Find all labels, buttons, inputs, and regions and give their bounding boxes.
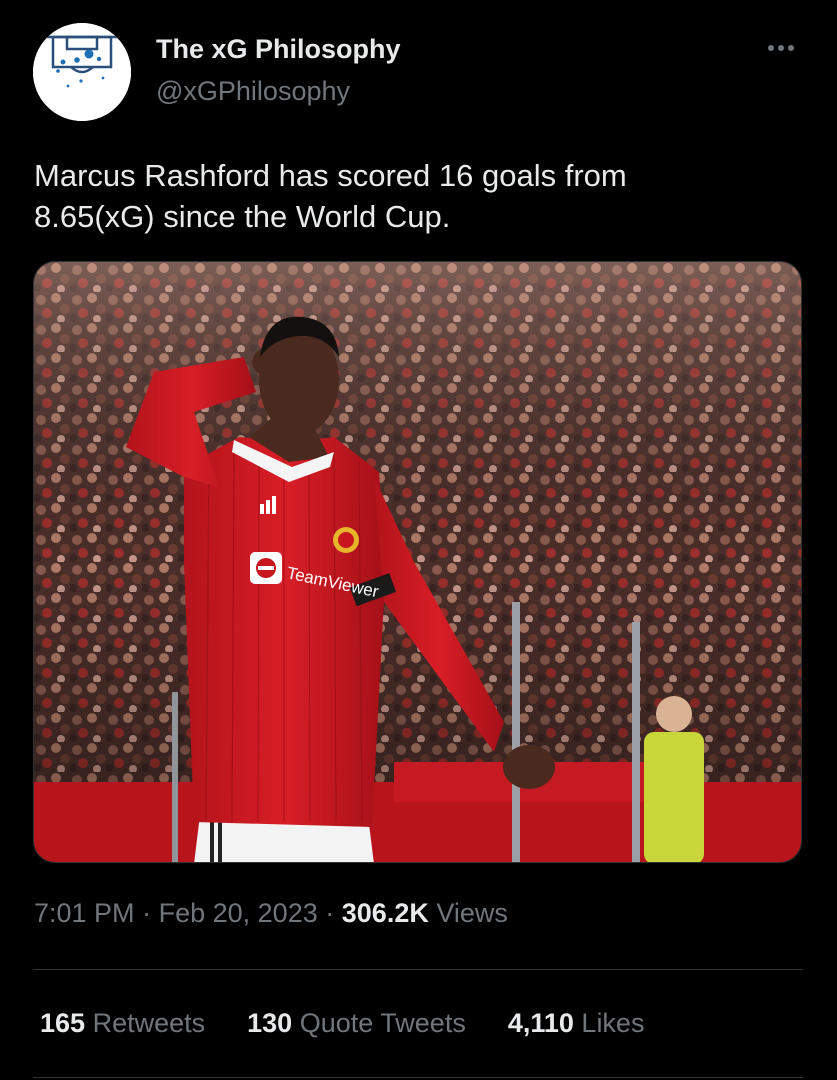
quote-tweets-stat[interactable]: 130 Quote Tweets	[247, 1008, 466, 1039]
likes-count: 4,110	[507, 1008, 574, 1038]
views-count: 306.2K	[341, 898, 429, 928]
engagement-stats: 165 Retweets 130 Quote Tweets 4,110 Like…	[40, 1008, 644, 1039]
retweets-stat[interactable]: 165 Retweets	[40, 1008, 205, 1039]
views-link[interactable]: 306.2K Views	[342, 898, 508, 928]
pitch-shot-map-icon	[33, 23, 131, 121]
quotes-label: Quote Tweets	[299, 1008, 466, 1038]
tweet-meta-row: 7:01 PM · Feb 20, 2023 · 306.2K Views	[34, 898, 508, 929]
retweets-label: Retweets	[92, 1008, 206, 1038]
author-display-name[interactable]: The xG Philosophy	[156, 34, 401, 65]
player-celebration-photo: TeamViewer	[34, 262, 801, 862]
retweets-count: 165	[40, 1008, 86, 1038]
views-label: Views	[436, 898, 508, 928]
author-handle[interactable]: @xGPhilosophy	[156, 76, 350, 107]
meta-separator: ·	[325, 898, 335, 928]
likes-label: Likes	[581, 1008, 645, 1038]
author-avatar[interactable]	[33, 23, 131, 121]
tweet-time-link[interactable]: 7:01 PM · Feb 20, 2023	[34, 898, 318, 928]
divider	[33, 969, 803, 970]
tweet-photo[interactable]: TeamViewer	[33, 261, 802, 863]
tweet-detail-view: The xG Philosophy @xGPhilosophy Marcus R…	[0, 0, 837, 1080]
quotes-count: 130	[247, 1008, 293, 1038]
likes-stat[interactable]: 4,110 Likes	[508, 1008, 645, 1039]
more-options-icon[interactable]	[760, 34, 802, 62]
tweet-text: Marcus Rashford has scored 16 goals from…	[34, 158, 627, 234]
divider-bottom	[33, 1077, 803, 1078]
